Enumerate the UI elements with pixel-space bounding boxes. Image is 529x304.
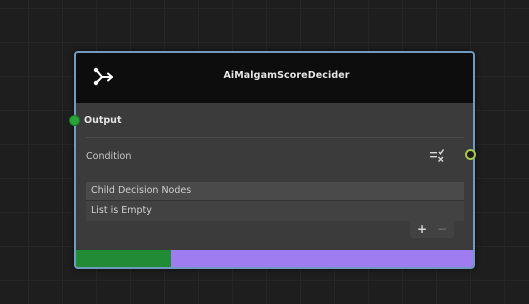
list-remove-icon[interactable] (429, 147, 445, 163)
child-nodes-list: Child Decision Nodes List is Empty + − (86, 182, 464, 238)
output-port[interactable] (465, 149, 476, 160)
output-label: Output (84, 115, 122, 126)
list-empty-text: List is Empty (86, 201, 464, 221)
node-header[interactable]: AiMalgamScoreDecider (76, 53, 473, 103)
decider-node[interactable]: AiMalgamScoreDecider Output Condition Ch… (69, 51, 476, 269)
node-title: AiMalgamScoreDecider (223, 70, 350, 81)
add-item-button[interactable]: + (412, 221, 432, 238)
remove-item-button[interactable]: − (432, 221, 452, 238)
score-bar (76, 250, 473, 267)
list-footer: + − (410, 221, 454, 238)
input-port[interactable] (69, 115, 80, 126)
list-header[interactable]: Child Decision Nodes (86, 182, 464, 201)
divider (86, 137, 464, 138)
score-bar-fill (76, 250, 172, 267)
condition-label: Condition (86, 151, 132, 162)
